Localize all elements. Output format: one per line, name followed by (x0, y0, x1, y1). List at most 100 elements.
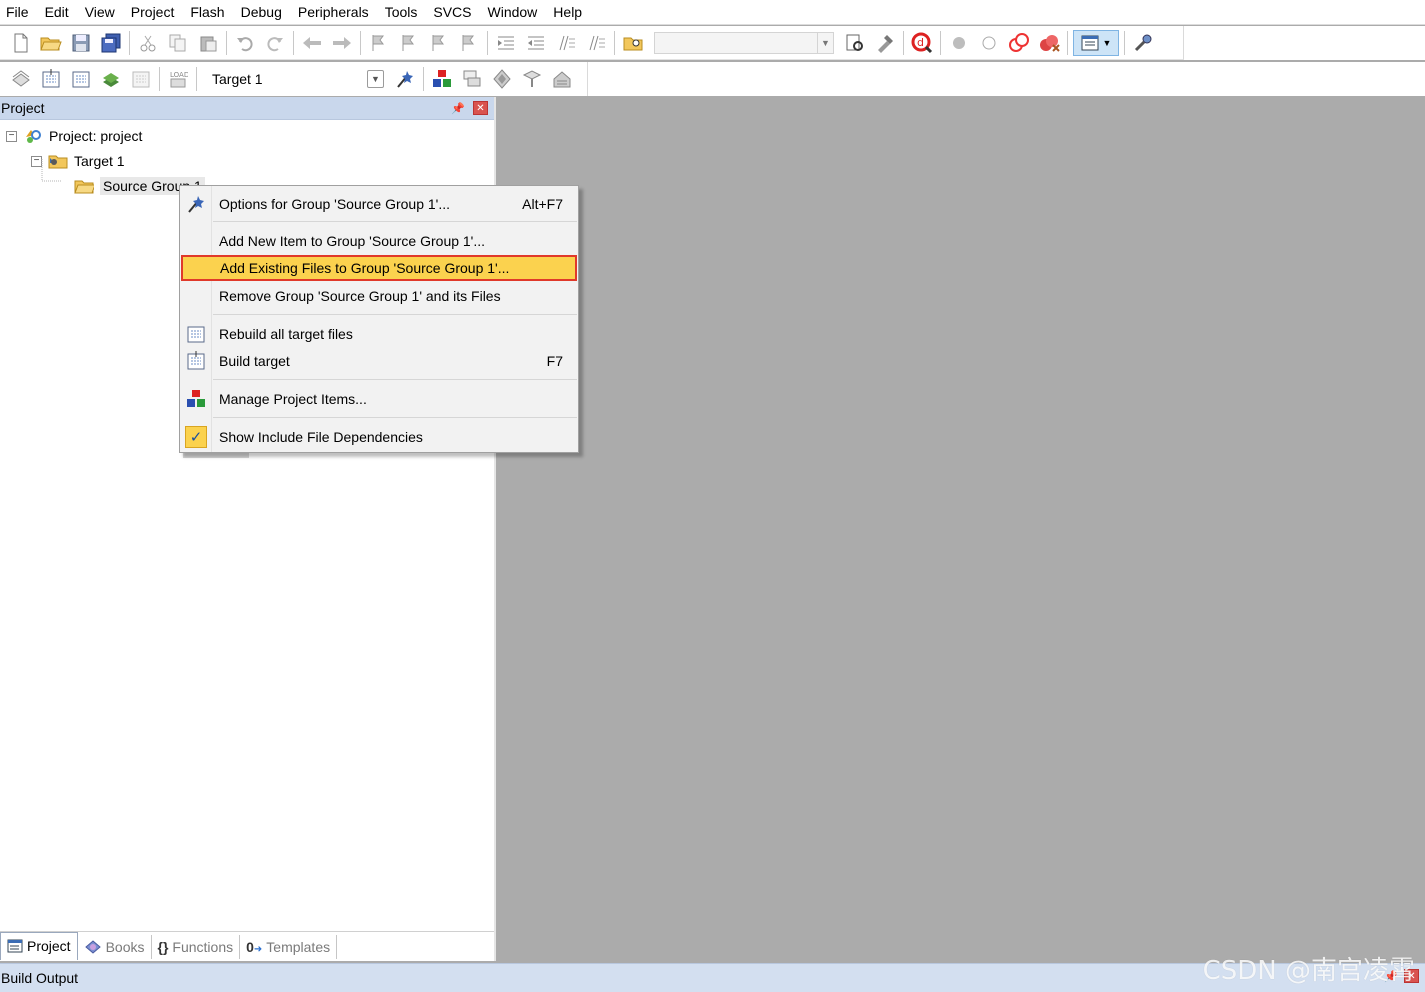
file-toolbar: ▼ d ▼ (0, 26, 1184, 60)
replace-icon[interactable] (872, 30, 898, 56)
bookmark-prev-icon[interactable] (396, 30, 422, 56)
breakpoints-disable-all-icon[interactable] (1006, 30, 1032, 56)
functions-icon: {} (157, 938, 169, 955)
menu-item-add-existing-files[interactable]: Add Existing Files to Group 'Source Grou… (181, 255, 577, 281)
copy-icon[interactable] (165, 30, 191, 56)
chevron-down-icon[interactable]: ▼ (367, 70, 384, 88)
editor-area[interactable] (500, 97, 1425, 961)
undo-icon[interactable] (232, 30, 258, 56)
configure-wrench-icon[interactable] (1130, 30, 1156, 56)
stop-build-icon[interactable] (128, 66, 154, 92)
menu-item-manage-project-items[interactable]: Manage Project Items... (180, 386, 578, 412)
menu-item-remove-group[interactable]: Remove Group 'Source Group 1' and its Fi… (180, 283, 578, 309)
indent-icon[interactable] (493, 30, 519, 56)
comment-icon[interactable] (553, 30, 579, 56)
menu-item-label: Options for Group 'Source Group 1'... (219, 196, 451, 212)
menu-item-shortcut: F7 (546, 353, 563, 369)
menu-svcs[interactable]: SVCS (425, 0, 479, 24)
pack-installer-icon[interactable] (489, 66, 515, 92)
context-menu: Options for Group 'Source Group 1'... Al… (179, 185, 579, 453)
bookmark-clear-icon[interactable] (456, 30, 482, 56)
menu-item-label: Show Include File Dependencies (219, 429, 423, 445)
toolbar-fill (588, 62, 1425, 96)
books-icon (84, 939, 101, 954)
uvision-window: File Edit View Project Flash Debug Perip… (0, 0, 1425, 992)
batch-build-icon[interactable] (98, 66, 124, 92)
tab-books[interactable]: Books (78, 934, 152, 959)
options-wand-icon[interactable] (392, 66, 418, 92)
menu-item-label: Add New Item to Group 'Source Group 1'..… (219, 233, 486, 249)
find-in-files-icon[interactable] (620, 30, 646, 56)
unindent-icon[interactable] (523, 30, 549, 56)
menu-item-build-target[interactable]: Build target F7 (180, 348, 578, 374)
save-icon[interactable] (68, 30, 94, 56)
open-folder-icon[interactable] (38, 30, 64, 56)
tab-functions-label: Functions (172, 938, 234, 955)
download-load-icon[interactable]: LOAD (165, 66, 191, 92)
toolbar-separator (614, 30, 615, 55)
translate-icon[interactable] (8, 66, 34, 92)
tab-templates[interactable]: 0➜ Templates (240, 934, 338, 959)
menu-flash[interactable]: Flash (182, 0, 232, 24)
templates-icon: 0➜ (246, 938, 263, 955)
toolbar-separator (159, 67, 160, 91)
chevron-down-icon[interactable]: ▼ (817, 32, 833, 53)
window-layout-icon[interactable]: ▼ (1073, 29, 1119, 56)
menu-peripherals[interactable]: Peripherals (290, 0, 377, 24)
menu-project[interactable]: Project (123, 0, 183, 24)
save-all-icon[interactable] (98, 30, 124, 56)
toolbar-separator (1124, 30, 1125, 55)
menu-item-rebuild-all[interactable]: Rebuild all target files (180, 321, 578, 347)
project-tab-icon (7, 939, 23, 953)
tab-functions[interactable]: {} Functions (152, 934, 241, 959)
breakpoints-kill-all-icon[interactable] (1036, 30, 1062, 56)
target-label: Target 1 (74, 153, 125, 169)
event-recorder-icon[interactable] (459, 66, 485, 92)
menu-separator (213, 417, 577, 418)
menu-tools[interactable]: Tools (377, 0, 426, 24)
project-panel-tabs: Project Books {} Functions 0➜ Templates (0, 931, 494, 961)
build-icon[interactable] (38, 66, 64, 92)
select-software-packs-icon[interactable] (519, 66, 545, 92)
incremental-find-icon[interactable] (842, 30, 868, 56)
uncomment-icon[interactable] (583, 30, 609, 56)
menu-file[interactable]: File (0, 0, 37, 24)
cut-icon[interactable] (135, 30, 161, 56)
run-time-env-icon[interactable] (549, 66, 575, 92)
bookmark-next-icon[interactable] (426, 30, 452, 56)
options-wand-icon (180, 191, 212, 217)
pin-icon[interactable]: 📌 (451, 102, 465, 115)
debug-session-icon[interactable]: d (909, 30, 935, 56)
tab-project[interactable]: Project (0, 931, 78, 960)
project-panel-header: Project 📌 ✕ (0, 97, 494, 120)
menu-item-label: Manage Project Items... (219, 391, 367, 407)
target-select[interactable]: Target 1 ▼ (204, 67, 386, 91)
menu-window[interactable]: Window (480, 0, 546, 24)
nav-forward-icon[interactable] (329, 30, 355, 56)
menu-separator (213, 379, 577, 380)
menu-item-show-include-deps[interactable]: ✓ Show Include File Dependencies (180, 424, 578, 450)
menu-view[interactable]: View (77, 0, 123, 24)
manage-items-icon[interactable] (429, 66, 455, 92)
toolbar-separator (360, 30, 361, 55)
menu-item-label: Build target (219, 353, 290, 369)
menu-item-options-for-group[interactable]: Options for Group 'Source Group 1'... Al… (180, 191, 578, 217)
redo-icon[interactable] (262, 30, 288, 56)
toolbar-separator (226, 30, 227, 55)
new-file-icon[interactable] (8, 30, 34, 56)
breakpoint-icon[interactable] (946, 30, 972, 56)
find-combo[interactable]: ▼ (654, 31, 834, 54)
menu-help[interactable]: Help (545, 0, 590, 24)
toolbar-separator (487, 30, 488, 55)
menu-item-add-new-item[interactable]: Add New Item to Group 'Source Group 1'..… (180, 228, 578, 254)
menu-debug[interactable]: Debug (233, 0, 290, 24)
manage-items-icon (180, 386, 212, 412)
paste-icon[interactable] (195, 30, 221, 56)
rebuild-icon[interactable] (68, 66, 94, 92)
tab-books-label: Books (105, 938, 145, 955)
bookmark-icon[interactable] (366, 30, 392, 56)
breakpoint-disabled-icon[interactable] (976, 30, 1002, 56)
menu-edit[interactable]: Edit (37, 0, 77, 24)
nav-back-icon[interactable] (299, 30, 325, 56)
close-icon[interactable]: ✕ (473, 101, 488, 115)
